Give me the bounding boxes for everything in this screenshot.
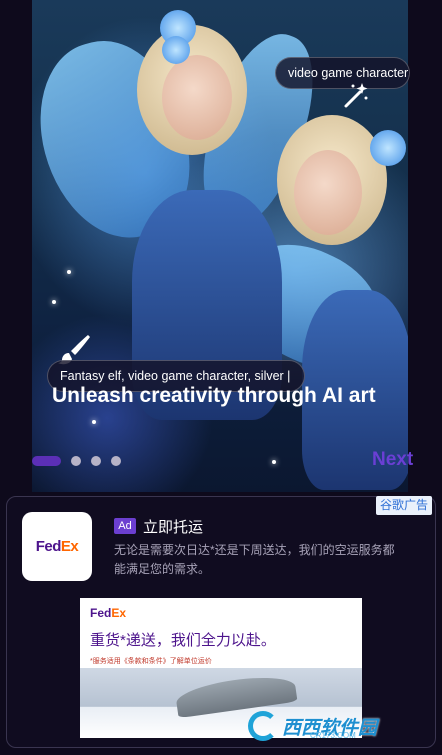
onboarding-headline: Unleash creativity through AI art <box>52 384 376 407</box>
logo-text-ex: Ex <box>60 538 79 555</box>
page-dot[interactable] <box>91 456 101 466</box>
page-indicator <box>32 456 121 466</box>
advertiser-logo[interactable]: Fed Ex <box>22 512 92 581</box>
flower-decoration <box>162 36 190 64</box>
onboarding-screen: video game character, silver Fantasy elf… <box>0 0 442 755</box>
banner-headline: 重货*递送，我们全力以赴。 <box>90 632 276 649</box>
wand-sparkle-icon <box>344 83 368 108</box>
sparkle <box>52 300 56 304</box>
page-dot[interactable] <box>111 456 121 466</box>
sparkle <box>92 420 96 424</box>
page-dot-active[interactable] <box>32 456 61 466</box>
sparkle <box>272 460 276 464</box>
next-button[interactable]: Next <box>372 449 413 471</box>
ad-badge: Ad <box>114 518 136 534</box>
watermark-url: CR173.COM <box>310 731 356 740</box>
ad-description: 无论是需要次日达*还是下周送达，我们的空运服务都能满足您的需求。 <box>114 543 395 576</box>
banner-fine-print: *服务适用《条款和条件》了解单位运价 <box>90 658 212 665</box>
logo-text-fed: Fed <box>35 538 62 555</box>
banner-logo: FedEx <box>90 606 127 620</box>
sparkle <box>67 270 71 274</box>
watermark-logo-icon <box>248 711 278 741</box>
fairy-face-second <box>294 150 362 235</box>
ad-source-label[interactable]: 谷歌广告 <box>376 496 433 515</box>
flower-decoration <box>370 130 406 166</box>
ad-title[interactable]: 立即托运 <box>143 516 203 537</box>
page-dot[interactable] <box>71 456 81 466</box>
fairy-face <box>162 55 232 140</box>
